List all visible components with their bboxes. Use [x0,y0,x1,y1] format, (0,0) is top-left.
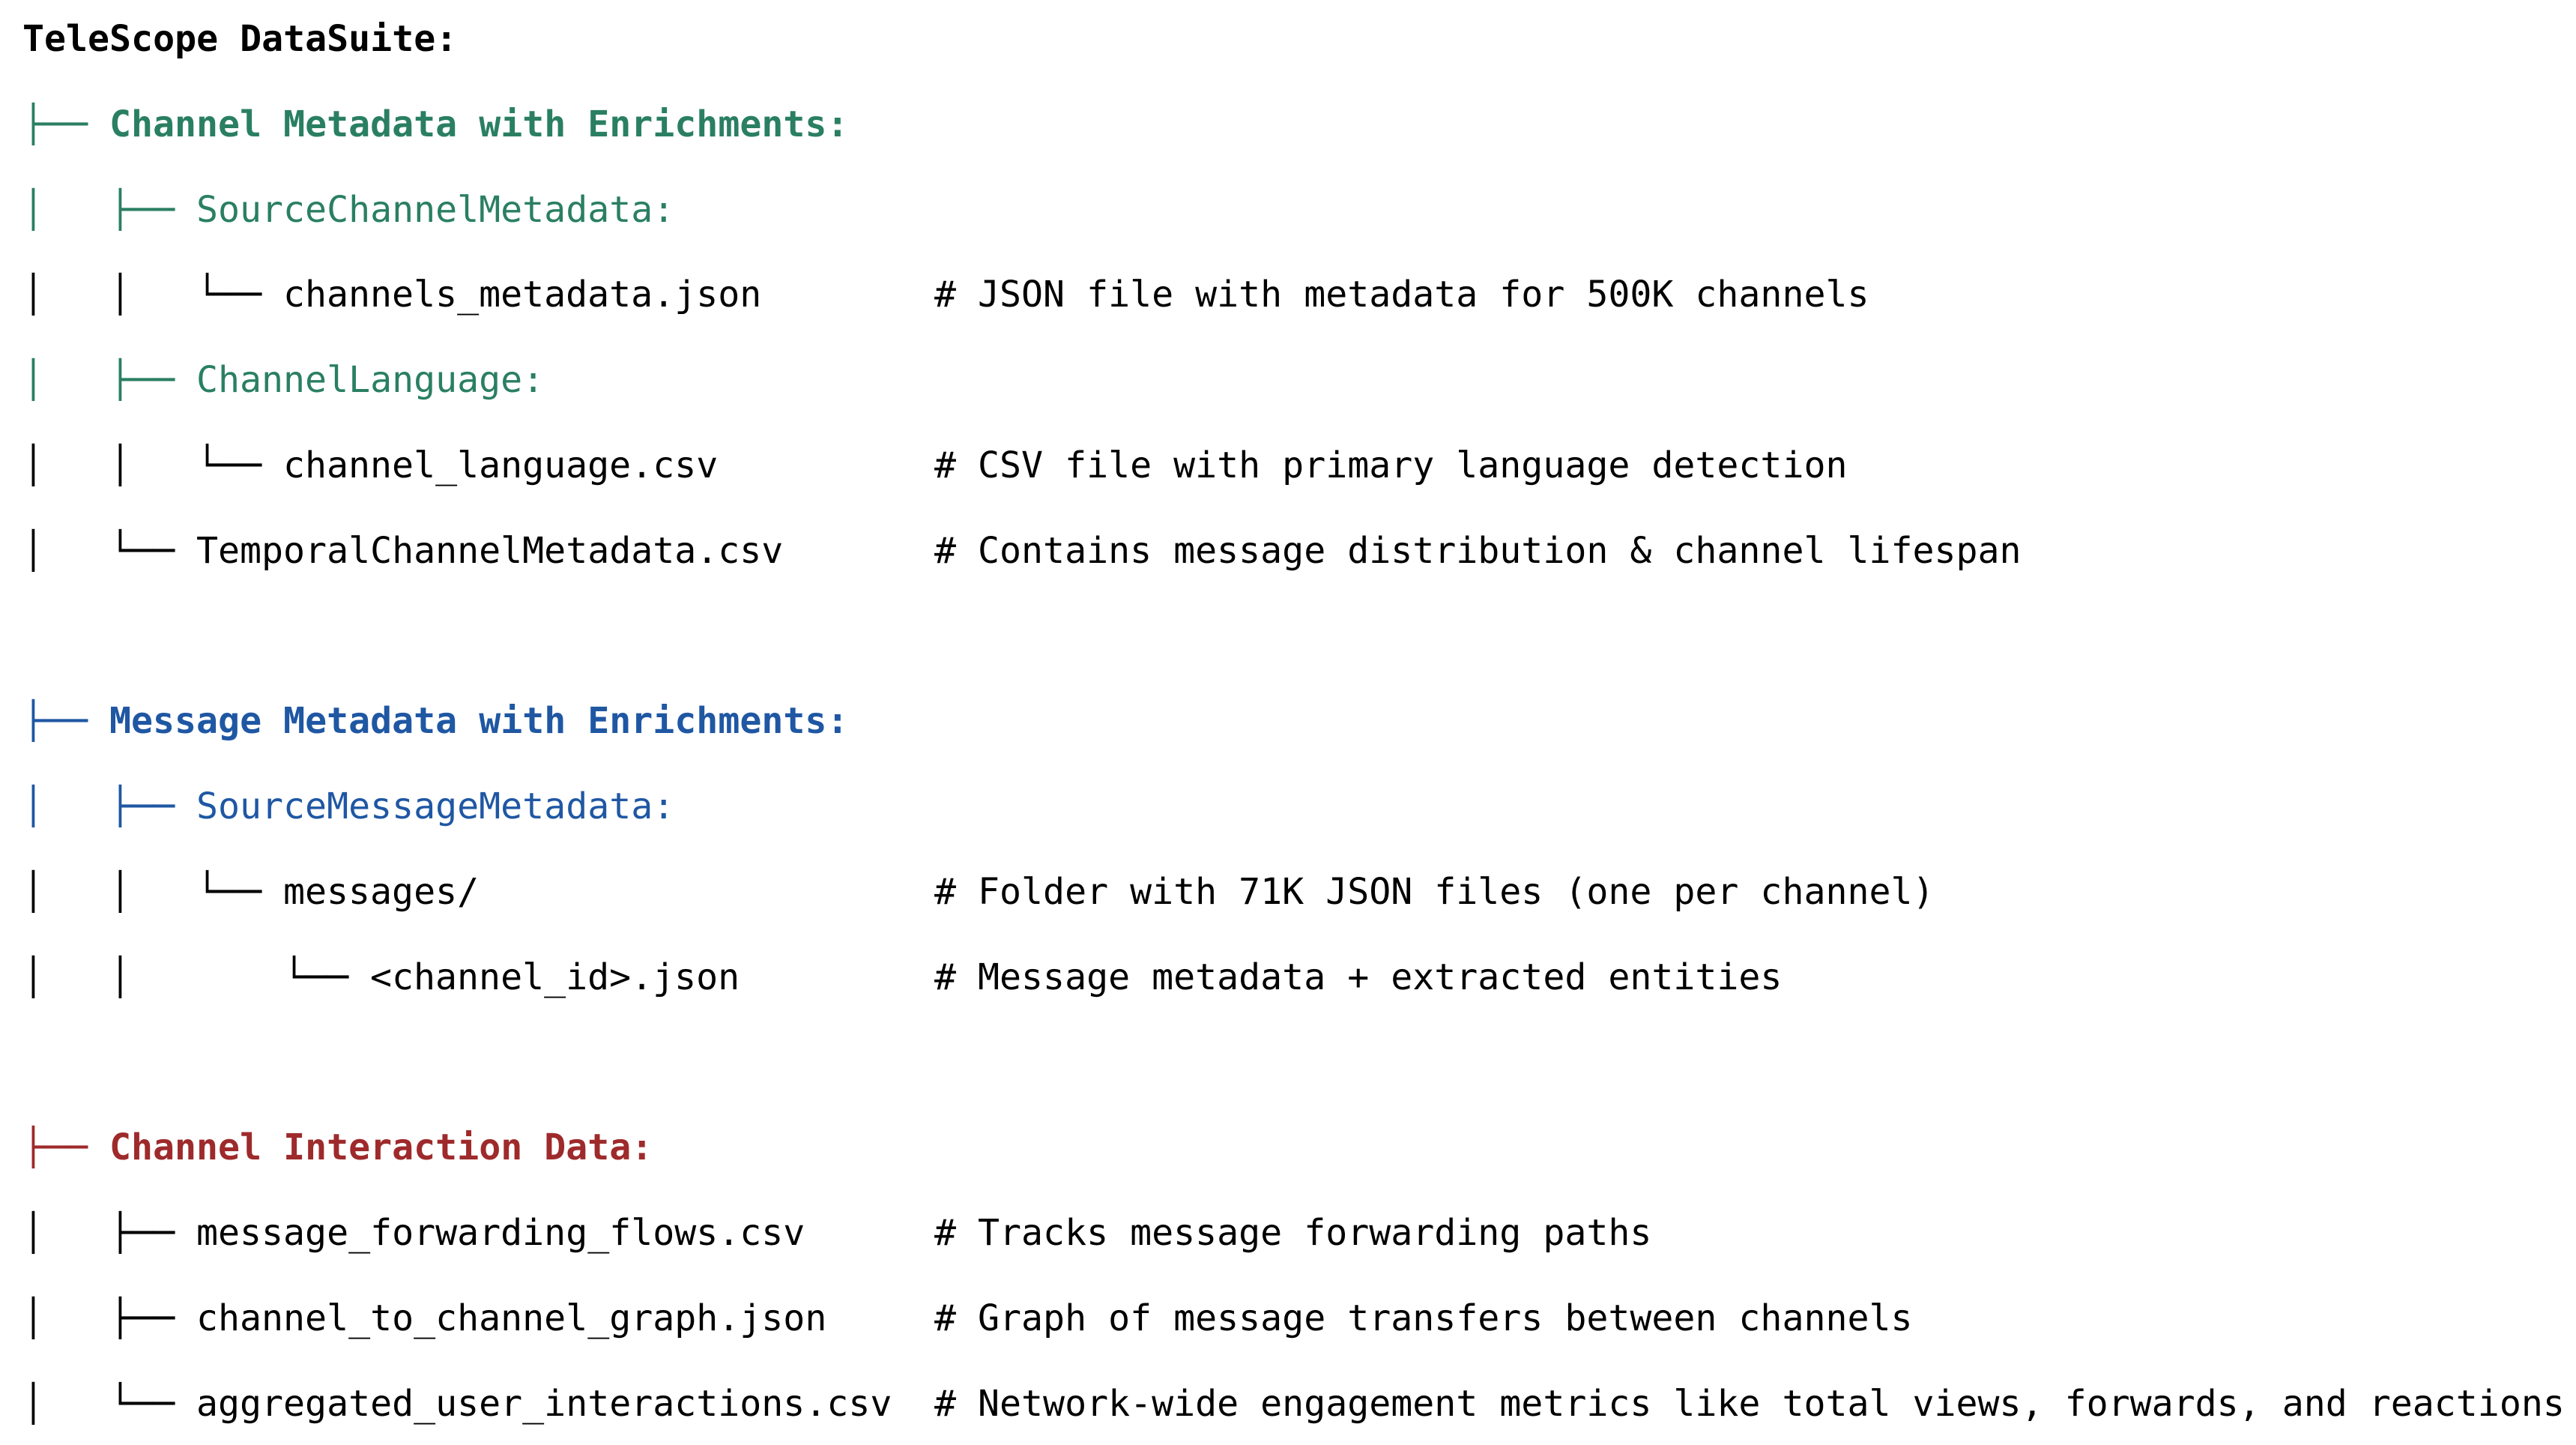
tree-node-comment: # Tracks message forwarding paths [934,1212,1652,1255]
tree-node-label: channel_to_channel_graph.json [196,1297,827,1339]
tree-line: ├── Message Metadata with Enrichments: [22,699,2576,743]
tree-line: │ ├── ChannelLanguage: [22,358,2576,402]
tree-node-label: TemporalChannelMetadata.csv [196,529,784,572]
tree-section-title: Message Metadata with Enrichments: [109,700,849,743]
tree-line: ├── Channel Interaction Data: [22,1125,2576,1170]
tree-node-label: <channel_id>.json [370,956,740,998]
tree-branch-connector: │ │ └── [22,274,284,316]
tree-branch-connector: │ ├── [22,188,197,231]
tree-branch-connector: │ ├── [22,785,197,828]
tree-line: │ ├── message_forwarding_flows.csv # Trac… [22,1210,2576,1255]
tree-line: │ │ └── channel_language.csv # CSV file w… [22,443,2576,488]
tree-node-comment: # Contains message distribution & channe… [934,529,2022,572]
tree-node-label: ChannelLanguage: [196,359,545,402]
tree-branch-connector: ├── [22,1126,110,1169]
tree-node-comment: # Network-wide engagement metrics like t… [934,1382,2565,1425]
tree-line: │ ├── SourceChannelMetadata: [22,187,2576,232]
tree-branch-connector: │ └── [22,1382,197,1425]
dataset-directory-tree: TeleScope DataSuite: ├── Channel Metadata… [0,0,2576,1445]
tree-branch-connector: │ ├── [22,359,197,402]
tree-line: TeleScope DataSuite: [22,16,2576,61]
tree-line: ├── Channel Metadata with Enrichments: [22,102,2576,147]
tree-section-title: Channel Interaction Data: [109,1126,653,1169]
tree-node-comment: # CSV file with primary language detecti… [934,444,1848,486]
tree-section-title: TeleScope DataSuite: [22,18,458,60]
tree-node-label: aggregated_user_interactions.csv [196,1382,892,1425]
tree-node-label: SourceMessageMetadata: [196,785,675,828]
tree-branch-connector: ├── [22,103,110,145]
tree-node-label: channel_language.csv [283,444,719,486]
tree-section-title: Channel Metadata with Enrichments: [109,103,849,145]
tree-node-comment: # JSON file with metadata for 500K chann… [934,274,1869,316]
tree-branch-connector: │ │ └── [22,444,284,486]
tree-line: │ └── TemporalChannelMetadata.csv # Conta… [22,528,2576,573]
tree-line: │ │ └── channels_metadata.json # JSON fil… [22,272,2576,317]
tree-node-label: channels_metadata.json [283,274,762,316]
tree-branch-connector: │ └── [22,529,197,572]
tree-node-label: messages/ [283,871,480,913]
tree-line: │ │ └── messages/ # Folder with 71K JSON … [22,869,2576,914]
tree-branch-connector: │ │ └── [22,871,284,913]
tree-node-label: message_forwarding_flows.csv [196,1212,805,1255]
tree-node-label: SourceChannelMetadata: [196,188,675,231]
tree-node-comment: # Message metadata + extracted entities [934,956,1783,998]
tree-line: │ │ └── <channel_id>.json # Message metad… [22,955,2576,1000]
tree-branch-connector: │ ├── [22,1212,197,1255]
tree-branch-connector: ├── [22,700,110,743]
tree-line: │ └── aggregated_user_interactions.csv # … [22,1381,2576,1426]
tree-line: │ ├── SourceMessageMetadata: [22,784,2576,829]
tree-node-comment: # Graph of message transfers between cha… [934,1297,1913,1339]
tree-line: │ ├── channel_to_channel_graph.json # Gra… [22,1296,2576,1341]
tree-node-comment: # Folder with 71K JSON files (one per ch… [934,871,1935,913]
tree-branch-connector: │ ├── [22,1297,197,1339]
tree-branch-connector: │ │ └── [22,956,371,998]
